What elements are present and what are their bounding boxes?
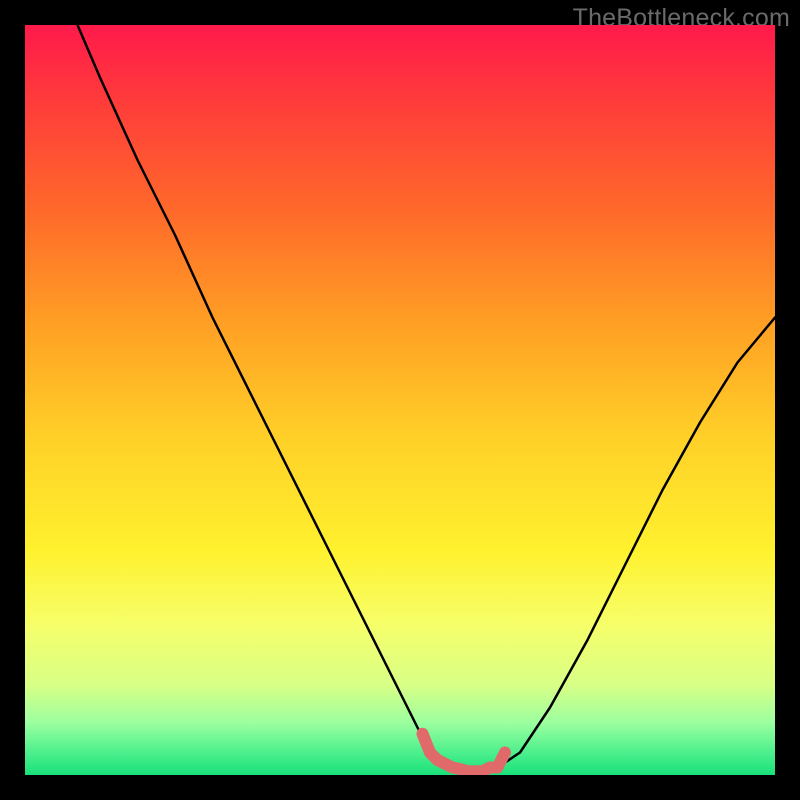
plot-area — [25, 25, 775, 775]
bottleneck-curve — [78, 25, 776, 771]
optimal-zone — [423, 734, 506, 772]
chart-svg — [25, 25, 775, 775]
chart-frame: TheBottleneck.com — [0, 0, 800, 800]
